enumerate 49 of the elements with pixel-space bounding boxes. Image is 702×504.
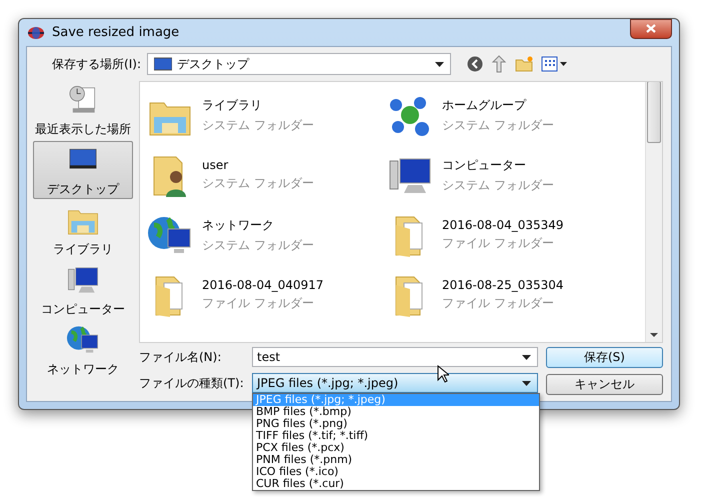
desktop-icon [154, 57, 172, 71]
file-name[interactable]: 2016-08-04_040917 [202, 278, 324, 292]
file-type: システム フォルダー [202, 175, 314, 192]
file-type-option[interactable]: ICO files (*.ico) [253, 466, 539, 478]
file-name[interactable]: ネットワーク [202, 216, 314, 234]
file-name[interactable]: コンピューター [442, 156, 554, 174]
file-type: システム フォルダー [442, 116, 554, 134]
file-type-option[interactable]: PNG files (*.png) [253, 418, 539, 430]
file-type-option[interactable]: PNM files (*.pnm) [253, 454, 539, 466]
close-icon [646, 24, 656, 33]
file-name-field[interactable]: test [252, 347, 538, 367]
places-item[interactable]: 最近表示した場所 [33, 81, 133, 139]
file-type: システム フォルダー [442, 176, 554, 194]
file-type-option[interactable]: PCX files (*.pcx) [253, 442, 539, 454]
window-title: Save resized image [52, 25, 180, 40]
save-button[interactable]: 保存(S) [546, 347, 663, 368]
places-item[interactable]: ネットワーク [33, 321, 133, 379]
file-type: システム フォルダー [202, 236, 314, 254]
places-item[interactable]: ライブラリ [33, 201, 133, 259]
file-name[interactable]: 2016-08-25_035304 [442, 278, 564, 292]
places-item[interactable]: デスクトップ [33, 141, 133, 199]
mouse-cursor-icon [437, 365, 449, 383]
up-folder-icon[interactable] [491, 55, 507, 73]
location-label: 保存する場所(I): [51, 56, 142, 72]
file-type-option[interactable]: TIFF files (*.tif; *.tiff) [253, 430, 539, 442]
file-type-dropdown[interactable]: JPEG files (*.jpg; *.jpeg) [252, 373, 538, 393]
view-menu-icon[interactable] [541, 56, 567, 72]
close-button[interactable] [630, 18, 672, 38]
file-type: システム フォルダー [202, 116, 314, 134]
scrollbar[interactable] [645, 82, 662, 342]
file-type: ファイル フォルダー [442, 235, 555, 252]
file-name[interactable]: user [202, 158, 314, 172]
file-type-option[interactable]: CUR files (*.cur) [253, 478, 539, 490]
file-name-label: ファイル名(N): [139, 349, 222, 366]
places-item[interactable]: コンピューター [33, 261, 133, 319]
location-dropdown[interactable]: デスクトップ [147, 53, 451, 75]
caret-icon [522, 380, 531, 386]
file-type: ファイル フォルダー [202, 295, 315, 312]
file-name[interactable]: ホームグループ [442, 96, 554, 114]
file-type: ファイル フォルダー [442, 295, 555, 312]
cancel-button[interactable]: キャンセル [546, 374, 663, 395]
file-type-option[interactable]: BMP files (*.bmp) [253, 406, 539, 418]
file-name[interactable]: 2016-08-04_035349 [442, 218, 564, 232]
caret-icon [435, 62, 444, 66]
caret-icon [522, 354, 531, 360]
app-icon [28, 26, 44, 38]
back-icon[interactable] [467, 56, 483, 72]
file-name[interactable]: ライブラリ [202, 96, 314, 114]
file-type-label: ファイルの種類(T): [139, 375, 244, 392]
